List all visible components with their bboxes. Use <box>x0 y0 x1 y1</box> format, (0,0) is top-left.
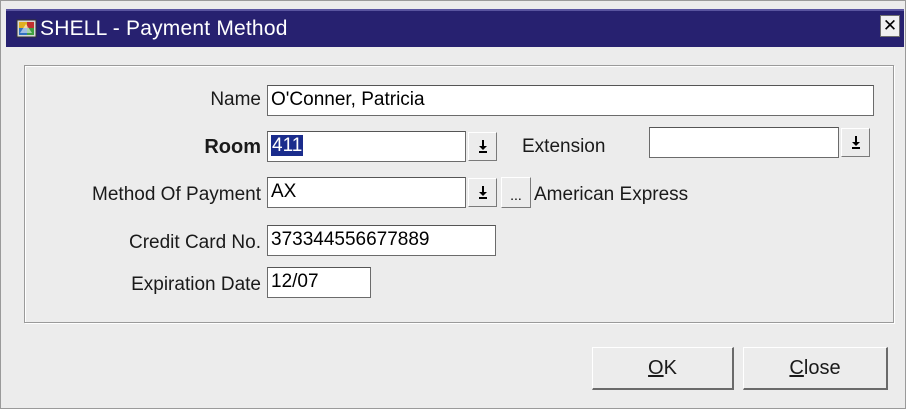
room-value: 411 <box>271 135 304 156</box>
credit-card-field[interactable]: 373344556677889 <box>267 225 496 256</box>
room-label: Room <box>204 136 261 158</box>
expiration-date-label: Expiration Date <box>131 274 261 295</box>
close-button[interactable]: Close <box>743 347 888 390</box>
name-label: Name <box>210 89 261 110</box>
close-window-button[interactable]: ✕ <box>880 15 900 37</box>
dropdown-arrow-icon <box>479 140 487 153</box>
dropdown-arrow-icon <box>852 136 860 149</box>
close-icon: ✕ <box>882 16 898 35</box>
ok-button[interactable]: OK <box>592 347 734 390</box>
name-field[interactable]: O'Conner, Patricia <box>267 85 874 116</box>
ok-mnemonic: O <box>648 357 664 379</box>
payment-method-dialog: SHELL - Payment Method ✕ Name O'Conner, … <box>0 0 906 409</box>
extension-field[interactable] <box>649 127 839 158</box>
method-of-payment-lookup-button[interactable]: ... <box>501 177 531 208</box>
method-of-payment-dropdown-button[interactable] <box>468 178 497 207</box>
window-title: SHELL - Payment Method <box>40 17 288 40</box>
extension-label: Extension <box>522 136 606 157</box>
expiration-date-field[interactable]: 12/07 <box>267 267 371 298</box>
title-bar: SHELL - Payment Method ✕ <box>6 9 904 47</box>
room-dropdown-button[interactable] <box>468 132 497 161</box>
ok-label-rest: K <box>663 357 677 379</box>
method-of-payment-label: Method Of Payment <box>92 184 261 205</box>
app-icon <box>16 19 37 38</box>
close-label-rest: lose <box>803 357 841 379</box>
method-of-payment-field[interactable]: AX <box>267 177 466 208</box>
extension-dropdown-button[interactable] <box>841 128 870 157</box>
credit-card-label: Credit Card No. <box>129 232 261 253</box>
method-of-payment-description: American Express <box>534 184 689 205</box>
dropdown-arrow-icon <box>479 186 487 199</box>
close-mnemonic: C <box>789 357 804 379</box>
room-field[interactable]: 411 <box>267 131 466 162</box>
